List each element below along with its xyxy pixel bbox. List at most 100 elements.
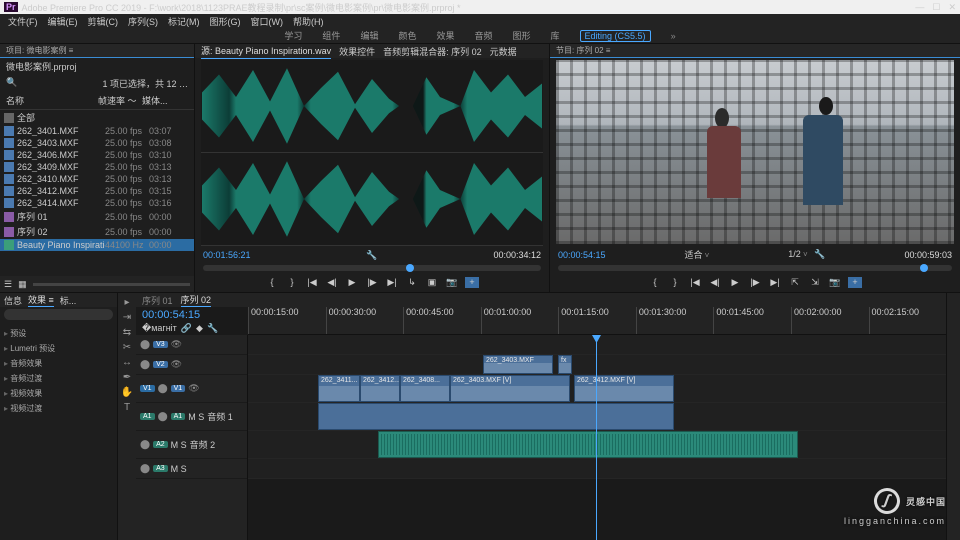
fit-dropdown[interactable]: 适合	[684, 250, 702, 260]
program-monitor[interactable]	[556, 60, 954, 244]
source-out-tc[interactable]: 00:00:34:12	[493, 250, 541, 261]
tab-source[interactable]: 源: Beauty Piano Inspiration.wav	[201, 44, 331, 59]
col-rate[interactable]: 帧速率 ～	[98, 94, 142, 107]
extract-icon[interactable]: ⇲	[808, 277, 822, 288]
clip-v1a[interactable]: 262_3411...	[318, 375, 360, 402]
program-tc[interactable]: 00:00:54:15	[558, 250, 606, 260]
wrench-icon[interactable]: 🔧	[366, 250, 377, 261]
tab-audio-mixer[interactable]: 音频剪辑混合器: 序列 02	[383, 45, 482, 58]
ws-library[interactable]: 库	[551, 29, 560, 42]
selection-tool-icon[interactable]: ▸	[124, 297, 129, 308]
menu-graphics[interactable]: 图形(G)	[210, 15, 241, 28]
menu-clip[interactable]: 剪辑(C)	[88, 15, 119, 28]
ws-learn[interactable]: 学习	[284, 29, 302, 42]
step-back-icon[interactable]: ◀|	[708, 277, 722, 288]
tab-metadata[interactable]: 元数据	[490, 45, 517, 58]
clip-v1b[interactable]: 262_3412...	[360, 375, 400, 402]
link-icon[interactable]: 🔗	[181, 323, 192, 334]
menu-marker[interactable]: 标记(M)	[168, 15, 200, 28]
source-scrubber[interactable]	[203, 265, 541, 271]
tab-info[interactable]: 信息	[4, 294, 22, 307]
overwrite-icon[interactable]: ▣	[425, 277, 439, 288]
list-view-icon[interactable]: ☰	[4, 279, 12, 290]
search-icon[interactable]: 🔍	[6, 77, 17, 90]
wrench-icon[interactable]: 🔧	[814, 249, 825, 259]
menu-help[interactable]: 帮助(H)	[293, 15, 324, 28]
razor-tool-icon[interactable]: ✂	[123, 342, 131, 353]
program-scrubber[interactable]	[558, 265, 952, 271]
hand-tool-icon[interactable]: ✋	[121, 387, 133, 398]
clip-a2[interactable]	[378, 431, 798, 458]
mark-in-icon[interactable]: {	[648, 277, 662, 288]
zoom-dropdown[interactable]: 1/2	[788, 249, 801, 259]
insert-icon[interactable]: ↳	[405, 277, 419, 288]
clip-v1c[interactable]: 262_3408...	[400, 375, 450, 402]
clip-v2a[interactable]: 262_3403.MXF	[483, 355, 553, 374]
ws-assembly[interactable]: 组件	[322, 29, 340, 42]
ws-effects[interactable]: 效果	[436, 29, 454, 42]
pen-tool-icon[interactable]: ✒	[123, 372, 131, 383]
project-list[interactable]: 全部 262_3401.MXF25.00 fps03:07 262_3403.M…	[0, 110, 194, 276]
ripple-tool-icon[interactable]: ⇆	[123, 327, 131, 338]
mark-out-icon[interactable]: }	[285, 277, 299, 288]
tab-effect-controls[interactable]: 效果控件	[339, 45, 375, 58]
fx-video-trans[interactable]: 视频过渡	[4, 401, 113, 416]
playhead[interactable]	[596, 335, 597, 540]
go-out-icon[interactable]: ▶|	[385, 277, 399, 288]
go-in-icon[interactable]: |◀	[305, 277, 319, 288]
play-icon[interactable]: ▶	[728, 277, 742, 288]
ws-color[interactable]: 颜色	[398, 29, 416, 42]
timeline-ruler[interactable]: 00:00:15:0000:00:30:0000:00:45:00 00:01:…	[248, 307, 946, 335]
btn-plus-icon[interactable]: +	[848, 277, 862, 288]
source-in-tc[interactable]: 00:01:56:21	[203, 250, 251, 261]
tab-effects[interactable]: 效果 ≡	[28, 293, 54, 307]
menu-file[interactable]: 文件(F)	[8, 15, 38, 28]
step-fwd-icon[interactable]: |▶	[365, 277, 379, 288]
step-fwd-icon[interactable]: |▶	[748, 277, 762, 288]
type-tool-icon[interactable]: T	[124, 402, 130, 413]
source-waveform[interactable]	[201, 60, 543, 246]
btn-plus-icon[interactable]: +	[465, 277, 479, 288]
export-frame-icon[interactable]: 📷	[445, 277, 459, 288]
go-in-icon[interactable]: |◀	[688, 277, 702, 288]
play-icon[interactable]: ▶	[345, 277, 359, 288]
track-select-tool-icon[interactable]: ⇥	[123, 312, 131, 323]
tab-seq01[interactable]: 序列 01	[142, 294, 173, 307]
col-media[interactable]: 媒体...	[142, 94, 188, 107]
ws-audio[interactable]: 音频	[474, 29, 492, 42]
mark-out-icon[interactable]: }	[668, 277, 682, 288]
effects-search[interactable]	[4, 309, 113, 320]
icon-view-icon[interactable]: ▦	[18, 279, 27, 290]
mark-in-icon[interactable]: {	[265, 277, 279, 288]
menu-window[interactable]: 窗口(W)	[251, 15, 284, 28]
go-out-icon[interactable]: ▶|	[768, 277, 782, 288]
menu-sequence[interactable]: 序列(S)	[128, 15, 158, 28]
close-icon[interactable]: ✕	[948, 2, 956, 13]
timeline-tc[interactable]: 00:00:54:15	[142, 309, 242, 321]
fx-presets[interactable]: 预设	[4, 326, 113, 341]
ws-graphics[interactable]: 图形	[513, 29, 531, 42]
clip-a1[interactable]	[318, 403, 674, 430]
tab-markers[interactable]: 标...	[60, 294, 77, 307]
clip-v1e[interactable]: 262_3412.MXF [V]	[574, 375, 674, 402]
fx-video-fx[interactable]: 视频效果	[4, 386, 113, 401]
fx-audio-trans[interactable]: 音频过渡	[4, 371, 113, 386]
minimize-icon[interactable]: —	[915, 2, 924, 13]
zoom-slider[interactable]	[33, 283, 190, 286]
menu-edit[interactable]: 编辑(E)	[48, 15, 78, 28]
snap-icon[interactable]: �магніт	[142, 323, 177, 334]
timeline-tracks[interactable]: 262_3403.MXF fx 262_3411... 262_3412... …	[248, 335, 946, 540]
marker-icon[interactable]: ◆	[196, 323, 203, 334]
ws-editing-cs55[interactable]: Editing (CS5.5)	[580, 30, 651, 42]
col-name[interactable]: 名称	[6, 94, 98, 107]
ws-more-icon[interactable]: »	[671, 31, 676, 41]
step-back-icon[interactable]: ◀|	[325, 277, 339, 288]
clip-v2b[interactable]: fx	[558, 355, 572, 374]
fx-lumetri[interactable]: Lumetri 预设	[4, 341, 113, 356]
ws-editing[interactable]: 编辑	[360, 29, 378, 42]
slip-tool-icon[interactable]: ↔	[122, 357, 132, 368]
tab-seq02[interactable]: 序列 02	[181, 293, 212, 307]
fx-audio-fx[interactable]: 音频效果	[4, 356, 113, 371]
maximize-icon[interactable]: ☐	[932, 2, 940, 13]
lift-icon[interactable]: ⇱	[788, 277, 802, 288]
